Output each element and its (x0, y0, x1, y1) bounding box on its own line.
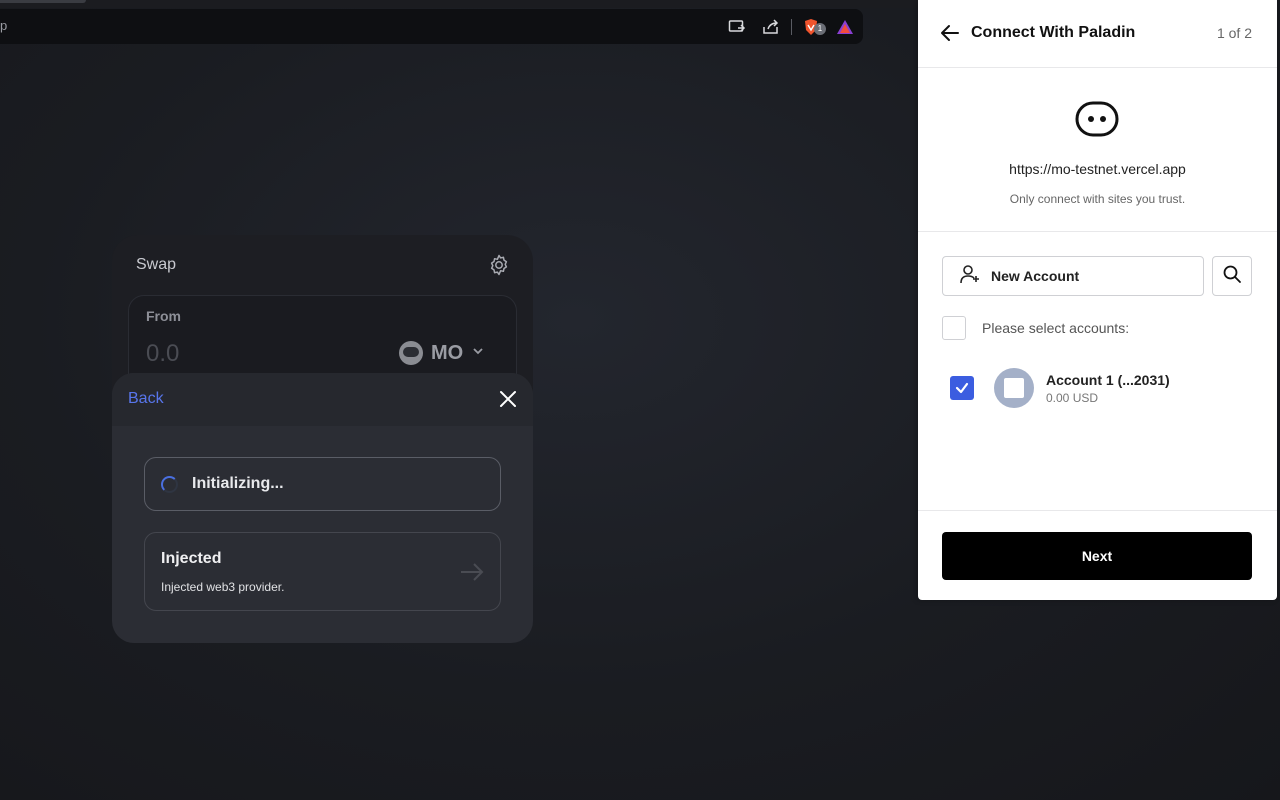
site-url: https://mo-testnet.vercel.app (1009, 161, 1186, 177)
swap-title: Swap (136, 256, 177, 273)
initializing-option[interactable]: Initializing... (144, 457, 501, 511)
address-bar[interactable]: p 1 (0, 9, 863, 44)
injected-description: Injected web3 provider. (161, 580, 285, 594)
gear-icon[interactable] (487, 253, 511, 277)
arrow-right-icon (459, 559, 485, 585)
panel-footer: Next (918, 510, 1277, 600)
cast-icon[interactable] (728, 18, 746, 36)
injected-title: Injected (161, 550, 222, 567)
user-plus-icon (959, 263, 981, 290)
account-avatar (994, 368, 1034, 408)
paladin-logo-icon (1075, 101, 1119, 137)
select-accounts-label: Please select accounts: (982, 320, 1130, 336)
rewards-triangle-icon[interactable] (836, 18, 854, 36)
modal-header: Back (112, 373, 533, 426)
shield-badge: 1 (814, 23, 826, 35)
account-balance: 0.00 USD (1046, 391, 1099, 405)
site-info: https://mo-testnet.vercel.app Only conne… (918, 68, 1277, 232)
arrow-left-icon[interactable] (940, 23, 960, 43)
browser-tabstrip (0, 0, 918, 8)
wallet-connect-modal: Back Initializing... Injected Injected w… (112, 373, 533, 643)
trust-note: Only connect with sites you trust. (1009, 192, 1186, 206)
new-account-label: New Account (991, 268, 1080, 284)
back-button[interactable]: Back (128, 390, 164, 408)
from-label: From (146, 308, 181, 324)
step-indicator: 1 of 2 (1216, 25, 1252, 41)
injected-provider-option[interactable]: Injected Injected web3 provider. (144, 532, 501, 611)
spinner-icon (161, 475, 178, 493)
token-selector[interactable]: MO (399, 341, 485, 365)
chevron-down-icon (471, 344, 485, 363)
token-symbol: MO (431, 341, 464, 364)
share-icon[interactable] (762, 18, 780, 36)
panel-header: Connect With Paladin 1 of 2 (918, 0, 1277, 68)
new-account-button[interactable]: New Account (942, 256, 1204, 296)
initializing-label: Initializing... (192, 475, 284, 492)
toolbar-divider (791, 19, 792, 35)
close-icon[interactable] (498, 389, 518, 409)
address-text: p (0, 18, 8, 33)
panel-title: Connect With Paladin (971, 24, 1136, 41)
select-all-checkbox[interactable] (942, 316, 966, 340)
next-button[interactable]: Next (942, 532, 1252, 580)
amount-input[interactable]: 0.0 (146, 340, 179, 368)
browser-tab[interactable] (0, 0, 86, 3)
paladin-connect-panel: Connect With Paladin 1 of 2 https://mo-t… (918, 0, 1277, 600)
token-logo-icon (399, 341, 423, 365)
search-button[interactable] (1212, 256, 1252, 296)
account-name: Account 1 (...2031) (1046, 372, 1170, 388)
account-checkbox[interactable] (950, 376, 974, 400)
search-icon (1222, 264, 1242, 289)
